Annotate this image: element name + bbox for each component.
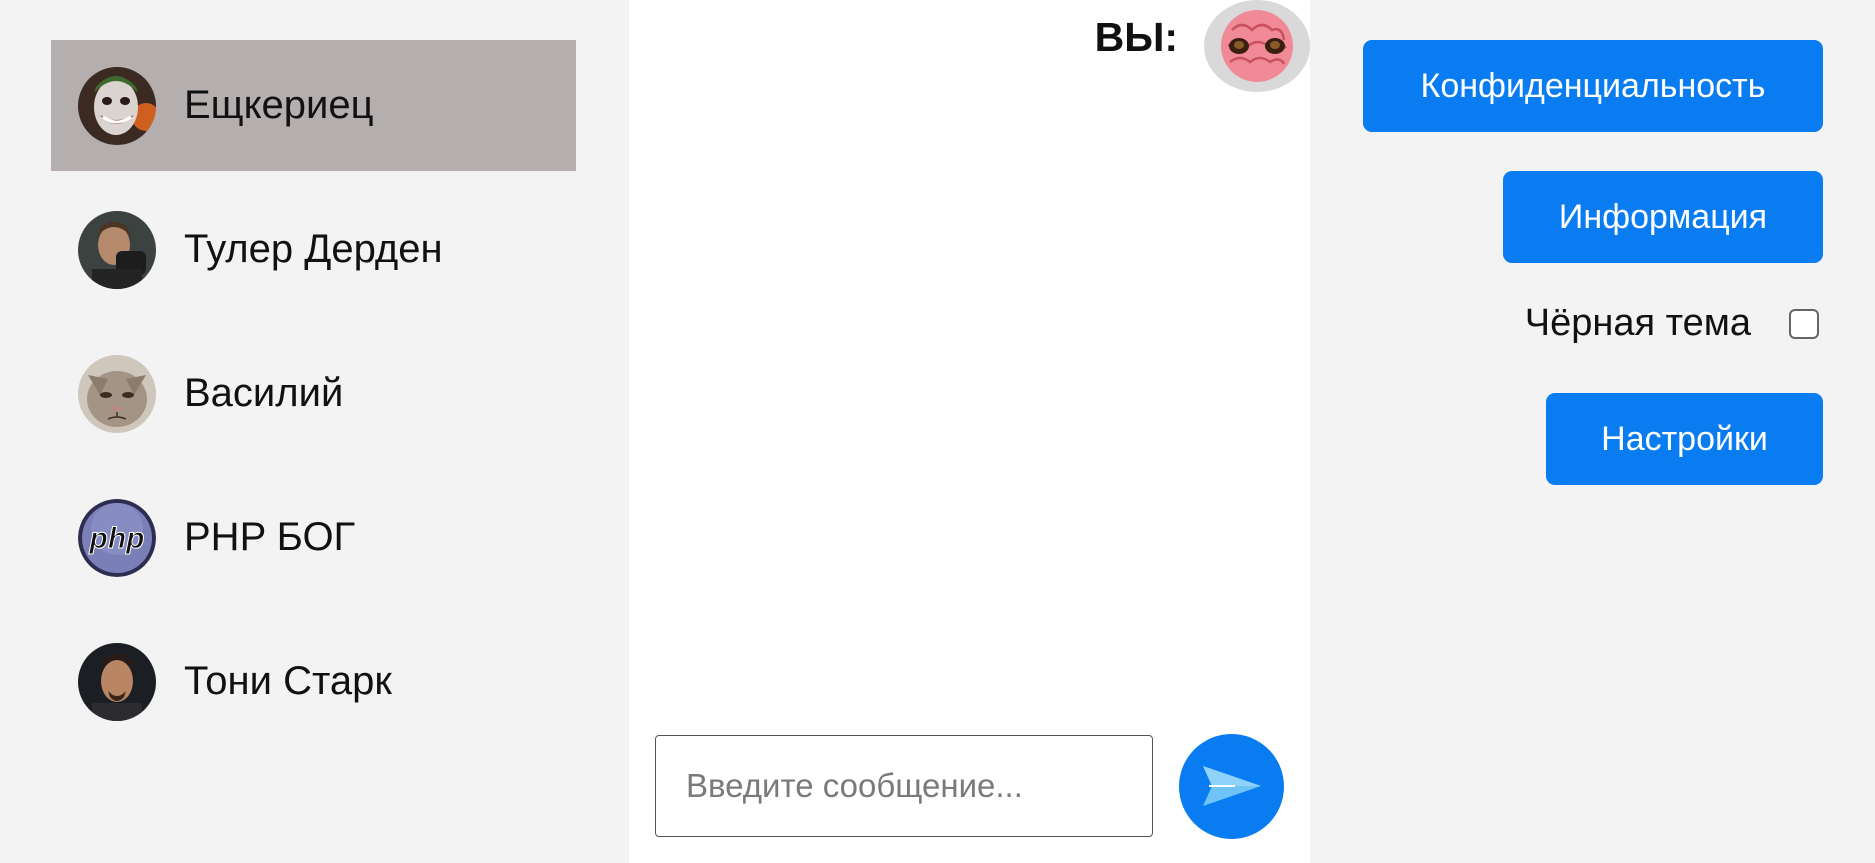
- contact-name: Ещкериец: [184, 83, 374, 127]
- dark-theme-label: Чёрная тема: [1524, 302, 1751, 344]
- contacts-sidebar: Ещкериец Тулер Дерден Василий php PHP БО…: [0, 0, 629, 863]
- contact-item-vasiliy[interactable]: Василий: [51, 328, 576, 459]
- svg-text:php: php: [89, 522, 145, 555]
- contact-item-eshkeriets[interactable]: Ещкериец: [51, 40, 576, 171]
- info-button[interactable]: Информация: [1503, 171, 1823, 263]
- current-user-label: ВЫ:: [1094, 14, 1178, 60]
- send-arrow-icon: [1203, 766, 1261, 806]
- contact-name: Тулер Дерден: [184, 227, 443, 271]
- cat-avatar: [78, 354, 156, 433]
- chat-panel: ВЫ:: [629, 0, 1310, 863]
- pink-brain-avatar: [1204, 0, 1310, 92]
- settings-panel: Конфиденциальность Информация Чёрная тем…: [1310, 0, 1875, 863]
- dark-theme-checkbox[interactable]: [1789, 308, 1819, 339]
- tyler-avatar: [78, 210, 156, 289]
- message-input[interactable]: [655, 735, 1153, 837]
- contact-item-tyler-durden[interactable]: Тулер Дерден: [51, 184, 576, 315]
- tony-avatar: [78, 642, 156, 721]
- contact-item-tony-stark[interactable]: Тони Старк: [51, 616, 576, 747]
- joker-avatar: [78, 66, 156, 145]
- settings-button[interactable]: Настройки: [1546, 393, 1823, 485]
- contact-name: Тони Старк: [184, 659, 392, 703]
- contact-item-php-god[interactable]: php PHP БОГ: [51, 472, 576, 603]
- privacy-button[interactable]: Конфиденциальность: [1363, 40, 1823, 132]
- send-button[interactable]: [1179, 734, 1284, 839]
- contact-name: Василий: [184, 371, 344, 415]
- contact-name: PHP БОГ: [184, 515, 356, 559]
- php-logo-avatar: php: [78, 498, 156, 577]
- dark-theme-row: Чёрная тема: [1525, 302, 1819, 345]
